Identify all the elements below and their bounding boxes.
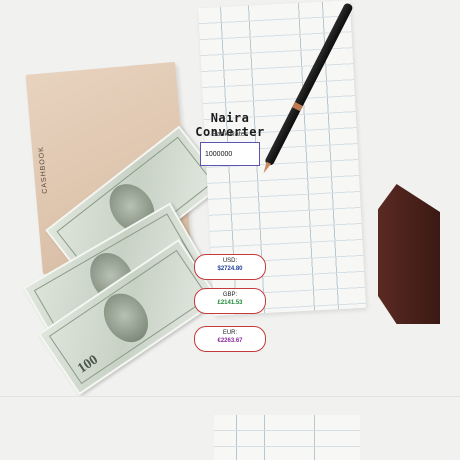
wooden-house-image	[378, 184, 440, 324]
ledger-paper-image	[214, 415, 360, 460]
background-photo-repeat	[0, 396, 460, 460]
cashbook-label: CASHBOOK	[37, 145, 49, 194]
usd-result: USD: $2724.80	[194, 254, 266, 280]
usd-value: $2724.80	[217, 266, 243, 272]
eur-value: €2263.67	[217, 338, 243, 344]
eur-currency-label: EUR:	[222, 330, 238, 336]
usd-currency-label: USD:	[222, 258, 238, 264]
gbp-currency-label: GBP:	[222, 292, 238, 298]
gbp-value: £2141.53	[217, 300, 243, 306]
eur-result: EUR: €2263.67	[194, 326, 266, 352]
naira-amount-input[interactable]	[200, 142, 260, 166]
gbp-result: GBP: £2141.53	[194, 288, 266, 314]
bank-rates-label: Bank Rates	[211, 131, 249, 138]
